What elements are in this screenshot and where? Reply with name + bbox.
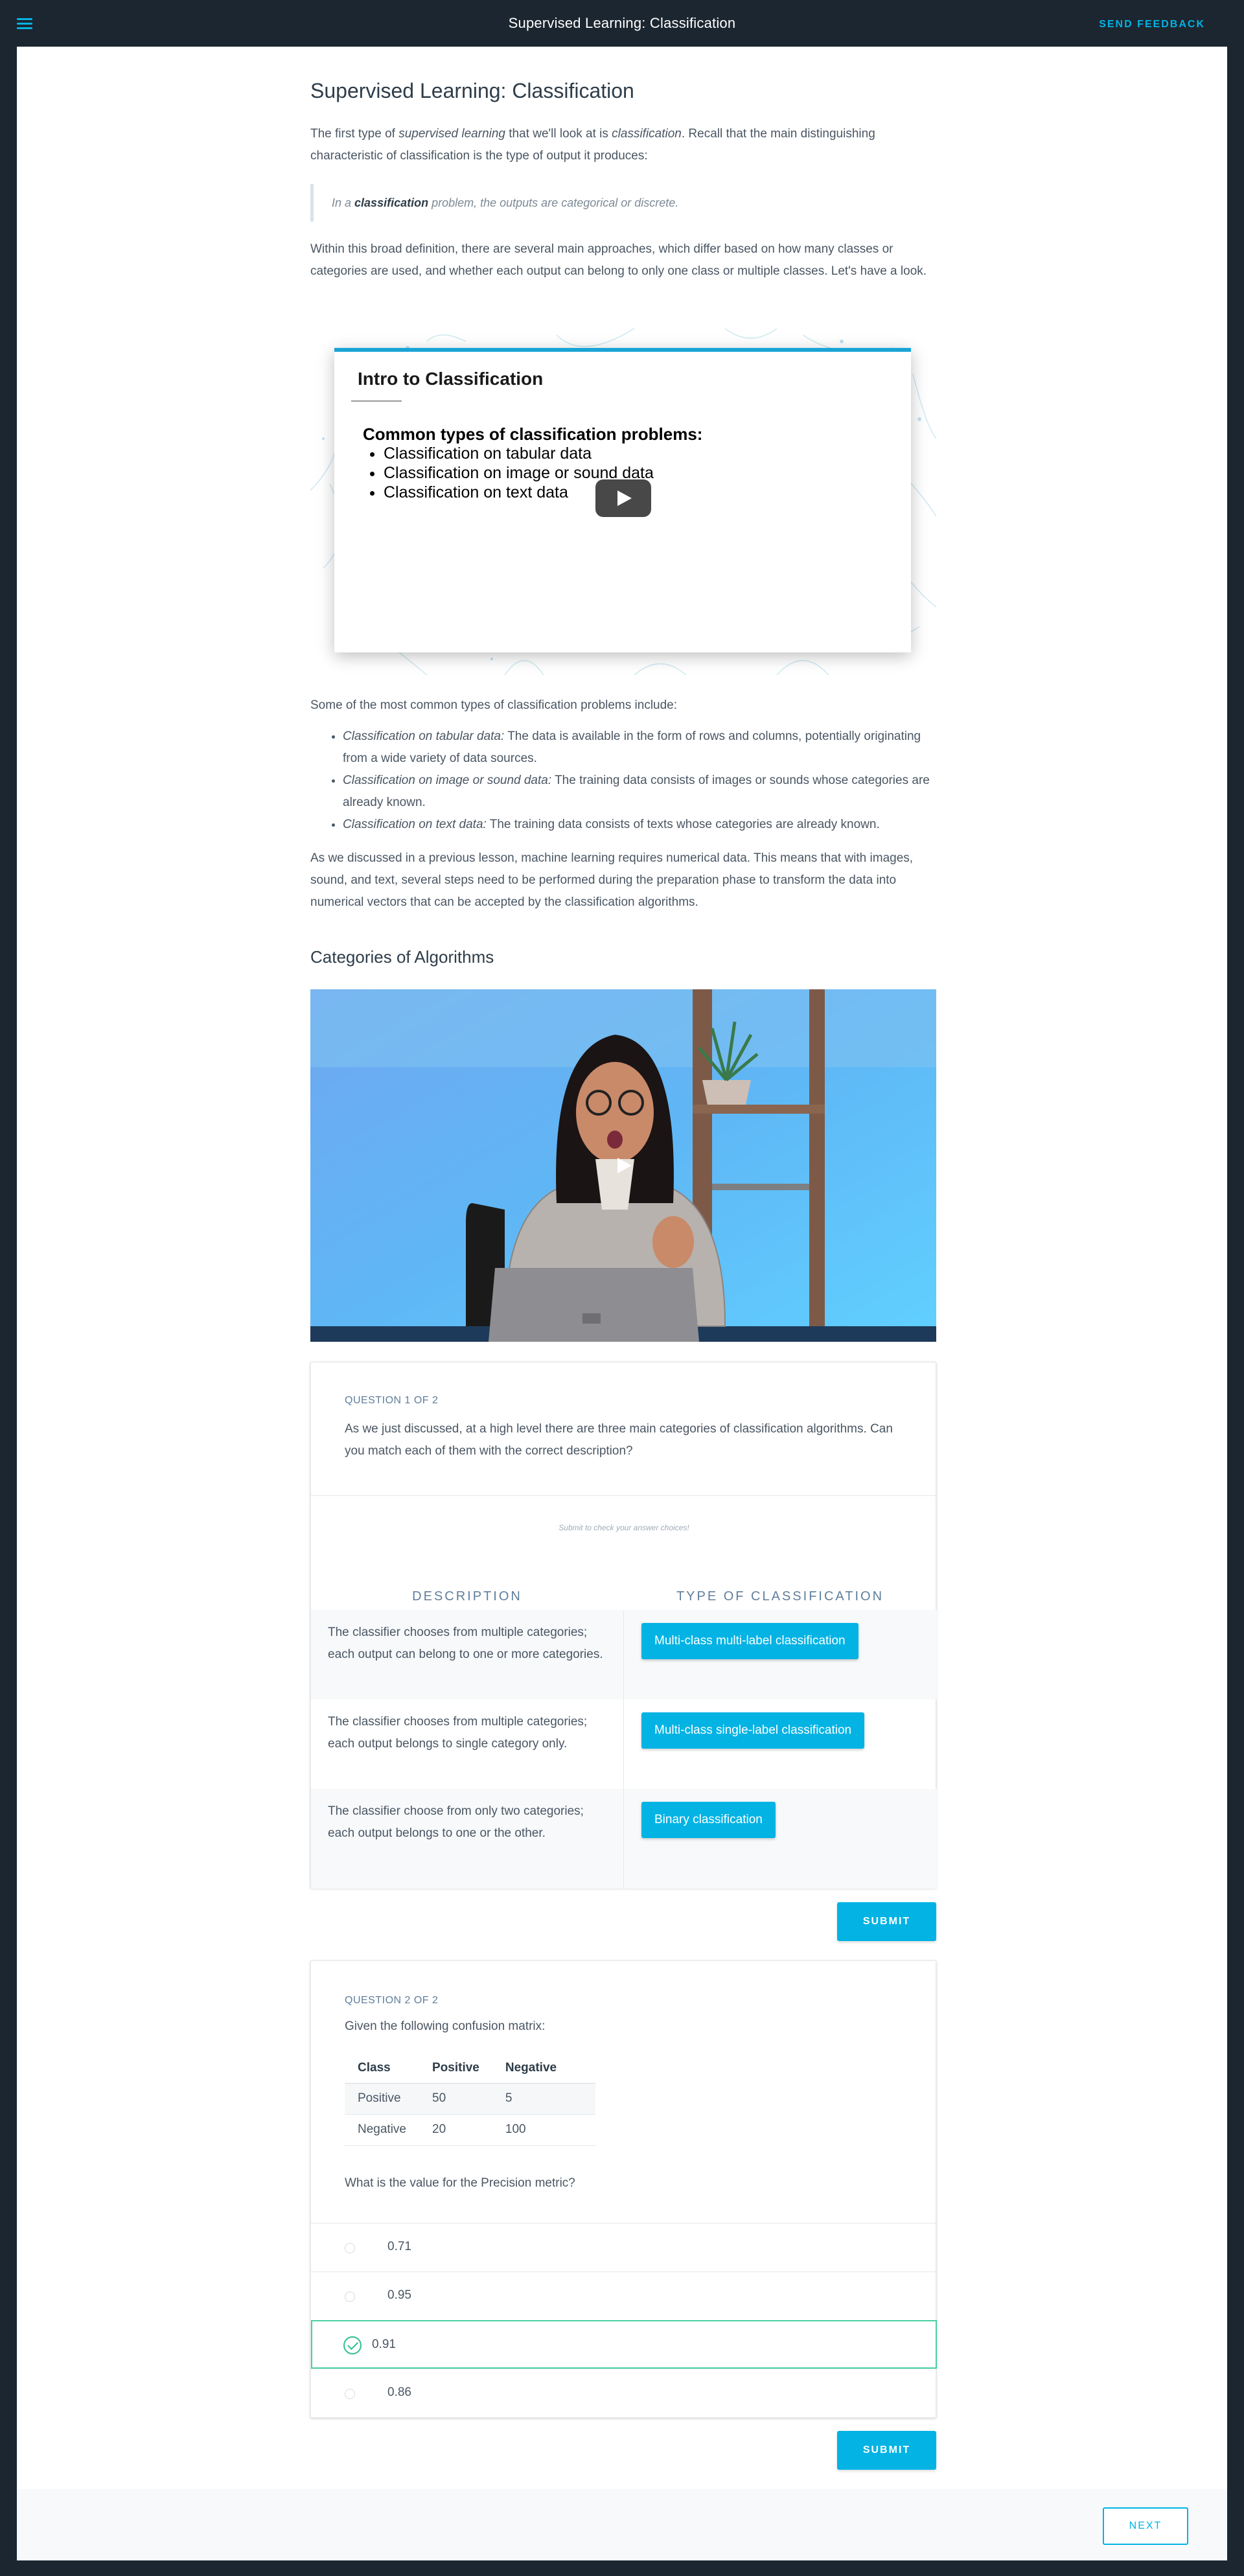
- intro-paragraph: The first type of supervised learning th…: [310, 127, 875, 163]
- type-column-header: TYPE OF CLASSIFICATION: [676, 1589, 884, 1604]
- answer-option[interactable]: 0.95: [311, 2271, 937, 2320]
- quiz-2-submit-button[interactable]: SUBMIT: [837, 2431, 936, 2470]
- answer-option-label: 0.71: [387, 2240, 411, 2253]
- check-circle-icon: [343, 2336, 362, 2354]
- next-button[interactable]: NEXT: [1103, 2507, 1188, 2545]
- list-item: Classification on tabular data: The data…: [343, 726, 936, 770]
- answer-option[interactable]: 0.71: [311, 2223, 937, 2271]
- approaches-paragraph: Within this broad definition, there are …: [310, 242, 927, 278]
- play-icon[interactable]: [595, 1147, 651, 1184]
- quiz-1-submit-button[interactable]: SUBMIT: [837, 1902, 936, 1941]
- match-row: The classifier chooses from multiple cat…: [311, 1699, 937, 1789]
- answer-option-label: 0.95: [387, 2288, 411, 2302]
- table-row: Positive 50 5: [345, 2083, 596, 2115]
- question-text: As we just discussed, at a high level th…: [345, 1422, 893, 1458]
- quiz-question-1: QUESTION 1 OF 2 As we just discussed, at…: [310, 1362, 937, 1889]
- footer-bar: NEXT: [17, 2489, 1227, 2560]
- table-cell: Positive: [345, 2083, 419, 2115]
- table-row: Negative 20 100: [345, 2114, 596, 2146]
- video-slide-subtitle: Common types of classification problems:: [363, 424, 703, 444]
- video-slide-title: Intro to Classification: [358, 369, 544, 389]
- quiz-question-2: QUESTION 2 OF 2 Given the following conf…: [310, 1961, 937, 2418]
- list-item: Classification on text data: The trainin…: [343, 814, 936, 836]
- question-intro: Given the following confusion matrix:: [345, 2019, 546, 2033]
- radio-icon[interactable]: [345, 2292, 355, 2302]
- play-icon[interactable]: [595, 479, 651, 517]
- answer-option-label: 0.86: [387, 2386, 411, 2399]
- answer-option[interactable]: 0.86: [311, 2369, 937, 2417]
- common-types-paragraph: Some of the most common types of classif…: [310, 698, 678, 712]
- table-cell: Negative: [345, 2114, 419, 2146]
- table-header: Positive: [419, 2053, 492, 2084]
- video-slide-item: Classification on tabular data: [384, 444, 654, 463]
- definition-quote: In a classification problem, the outputs…: [310, 184, 936, 222]
- list-item: Classification on image or sound data: T…: [343, 770, 936, 814]
- classification-type-chip[interactable]: Multi-class single-label classification: [641, 1712, 865, 1749]
- description-column-header: DESCRIPTION: [412, 1589, 522, 1604]
- table-header: Negative: [492, 2053, 596, 2084]
- video-slide-rule: [351, 400, 402, 402]
- intro-video-player[interactable]: Intro to Classification Common types of …: [310, 322, 936, 675]
- submit-hint: Submit to check your answer choices!: [559, 1523, 689, 1532]
- numerical-data-paragraph: As we discussed in a previous lesson, ma…: [310, 851, 914, 909]
- question-text: What is the value for the Precision metr…: [345, 2176, 575, 2190]
- column-divider: [623, 1610, 624, 1889]
- section-heading: Categories of Algorithms: [310, 947, 494, 967]
- lesson-page: Supervised Learning: Classification The …: [17, 47, 1227, 2560]
- table-cell: 100: [492, 2114, 596, 2146]
- classification-types-list: Classification on tabular data: The data…: [343, 726, 936, 836]
- question-label: QUESTION 1 OF 2: [345, 1395, 439, 1406]
- radio-icon[interactable]: [345, 2389, 355, 2399]
- answer-option-selected[interactable]: 0.91: [311, 2320, 937, 2369]
- match-description: The classifier chooses from multiple cat…: [328, 1715, 588, 1751]
- match-description: The classifier choose from only two cate…: [328, 1804, 584, 1840]
- question-label: QUESTION 2 OF 2: [345, 1995, 439, 2006]
- categories-video-player[interactable]: [310, 989, 936, 1342]
- page-title: Supervised Learning: Classification: [310, 79, 634, 102]
- send-feedback-link[interactable]: SEND FEEDBACK: [1099, 19, 1205, 30]
- hamburger-menu-icon[interactable]: [17, 18, 32, 30]
- confusion-matrix-table: Class Positive Negative Positive 50 5 Ne…: [345, 2053, 596, 2146]
- match-row: The classifier choose from only two cate…: [311, 1789, 937, 1889]
- table-cell: 5: [492, 2083, 596, 2115]
- table-cell: 20: [419, 2114, 492, 2146]
- table-cell: 50: [419, 2083, 492, 2115]
- classification-type-chip[interactable]: Multi-class multi-label classification: [641, 1623, 858, 1659]
- radio-icon[interactable]: [345, 2243, 355, 2253]
- match-row: The classifier chooses from multiple cat…: [311, 1610, 937, 1699]
- table-header: Class: [345, 2053, 419, 2084]
- lesson-header-title: Supervised Learning: Classification: [508, 15, 736, 31]
- classification-type-chip[interactable]: Binary classification: [641, 1802, 776, 1838]
- divider: [311, 1495, 937, 1496]
- top-bar: Supervised Learning: Classification SEND…: [0, 0, 1244, 47]
- answer-option-label: 0.91: [372, 2338, 396, 2351]
- match-description: The classifier chooses from multiple cat…: [328, 1626, 603, 1661]
